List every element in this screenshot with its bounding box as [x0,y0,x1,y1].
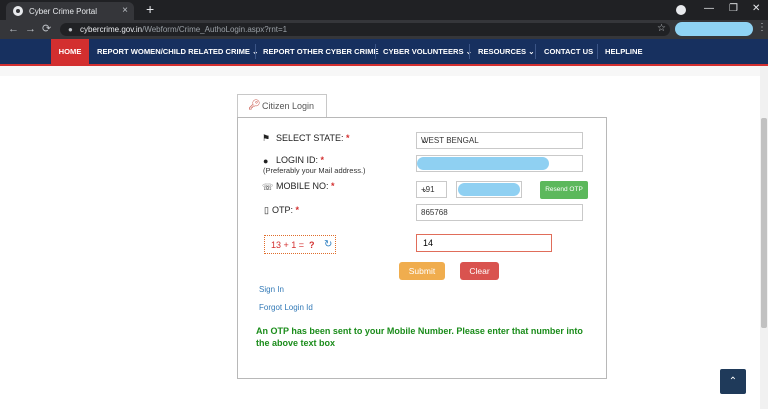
nav-report-other[interactable]: REPORT OTHER CYBER CRIME [263,39,379,64]
scrollbar-thumb[interactable] [761,118,767,328]
mobile-input[interactable] [456,181,522,198]
nav-divider [469,44,470,59]
mobile-device-icon: ▯ [264,205,269,215]
mobile-label-text: MOBILE NO: [276,181,329,191]
key-icon: 🔑︎ [248,100,261,111]
forgot-login-id-link[interactable]: Forgot Login Id [259,303,313,312]
tab-close-icon[interactable]: × [122,5,128,16]
mobile-label: MOBILE NO: * [276,181,335,191]
nav-divider [255,44,256,59]
chevron-down-icon: ⌄ [421,136,428,145]
otp-label-text: OTP: [272,205,294,215]
captcha-question: ? [309,240,315,250]
captcha-answer-value: 14 [423,238,434,248]
otp-sent-message: An OTP has been sent to your Mobile Numb… [256,326,583,348]
state-label-text: SELECT STATE: [276,133,344,143]
otp-input[interactable]: 865768 [416,204,583,221]
forward-icon[interactable]: → [25,23,36,35]
login-id-label-text: LOGIN ID: [276,155,319,165]
captcha-expression: 13 + 1 = ? [271,240,315,250]
chevron-up-icon: ⌃ [728,376,738,387]
browser-tab[interactable]: Cyber Crime Portal × [6,2,134,20]
tab-title: Cyber Crime Portal [29,7,98,16]
back-to-top-button[interactable]: ⌃ [720,369,746,394]
redacted-mobile [458,183,520,196]
clear-button[interactable]: Clear [460,262,499,280]
window-close-icon[interactable]: ✕ [752,3,760,14]
redacted-login-id [417,157,549,170]
citizen-login-tab[interactable]: 🔑︎ Citizen Login [237,94,327,117]
nav-home[interactable]: HOME [51,39,89,64]
nav-divider [375,44,376,59]
login-id-hint: (Preferably your Mail address.) [263,166,366,175]
reload-icon[interactable]: ⟳ [42,23,51,35]
country-code-select[interactable]: +91 ⌄ [416,181,447,198]
otp-label: OTP: * [272,205,299,215]
site-favicon-icon [13,6,23,16]
address-bar[interactable]: ● cybercrime.gov.in/Webform/Crime_AuthoL… [60,23,670,36]
nav-cyber-volunteers[interactable]: CYBER VOLUNTEERS ⌄ [383,39,472,64]
bookmark-star-icon[interactable]: ☆ [657,23,666,34]
phone-icon: ☏ [262,182,274,192]
browser-tab-bar: Cyber Crime Portal × + — ❐ ✕ [0,0,768,20]
state-label: SELECT STATE: * [276,133,350,143]
browser-menu-icon[interactable]: ⋮ [757,22,767,33]
user-icon: ● [263,156,269,166]
url-domain: cybercrime.gov.in [80,25,143,34]
new-tab-button[interactable]: + [146,1,154,17]
nav-resources[interactable]: RESOURCES ⌄ [478,39,535,64]
maximize-icon[interactable]: ❐ [729,3,738,14]
page-header-strip [0,66,768,76]
refresh-captcha-icon[interactable]: ↻ [324,239,332,250]
browser-toolbar: ← → ⟳ ● cybercrime.gov.in/Webform/Crime_… [0,20,768,39]
back-icon[interactable]: ← [8,23,19,35]
sign-in-link[interactable]: Sign In [259,285,284,294]
nav-divider [535,44,536,59]
url-path: /Webform/Crime_AuthoLogin.aspx?rnt=1 [142,25,288,34]
submit-button[interactable]: Submit [399,262,445,280]
required-mark: * [331,181,335,191]
profile-dot-icon[interactable] [676,5,686,15]
flag-icon: ⚑ [262,133,271,143]
nav-helpline[interactable]: HELPLINE [605,39,643,64]
profile-pill[interactable] [675,22,753,36]
minimize-icon[interactable]: — [704,3,714,14]
site-navbar: HOME REPORT WOMEN/CHILD RELATED CRIME ⌄ … [0,39,768,66]
lock-icon: ● [68,25,73,34]
required-mark: * [346,133,350,143]
login-id-input[interactable] [416,155,583,172]
required-mark: * [320,155,325,165]
captcha-expr-text: 13 + 1 = [271,240,305,250]
nav-divider [597,44,598,59]
resend-otp-button[interactable]: Resend OTP [540,181,588,199]
required-mark: * [295,205,300,215]
nav-contact-us[interactable]: CONTACT US [544,39,593,64]
nav-report-women-child[interactable]: REPORT WOMEN/CHILD RELATED CRIME ⌄ [97,39,258,64]
otp-input-value: 865768 [421,208,448,217]
citizen-login-label: Citizen Login [262,101,315,111]
login-id-label: LOGIN ID: * [276,155,324,165]
state-select[interactable]: WEST BENGAL ⌄ [416,132,583,149]
url-text: cybercrime.gov.in/Webform/Crime_AuthoLog… [80,25,287,34]
chevron-down-icon: ⌄ [421,185,428,194]
captcha-answer-input[interactable]: 14 [416,234,552,252]
captcha-box: 13 + 1 = ? ↻ [264,235,336,254]
